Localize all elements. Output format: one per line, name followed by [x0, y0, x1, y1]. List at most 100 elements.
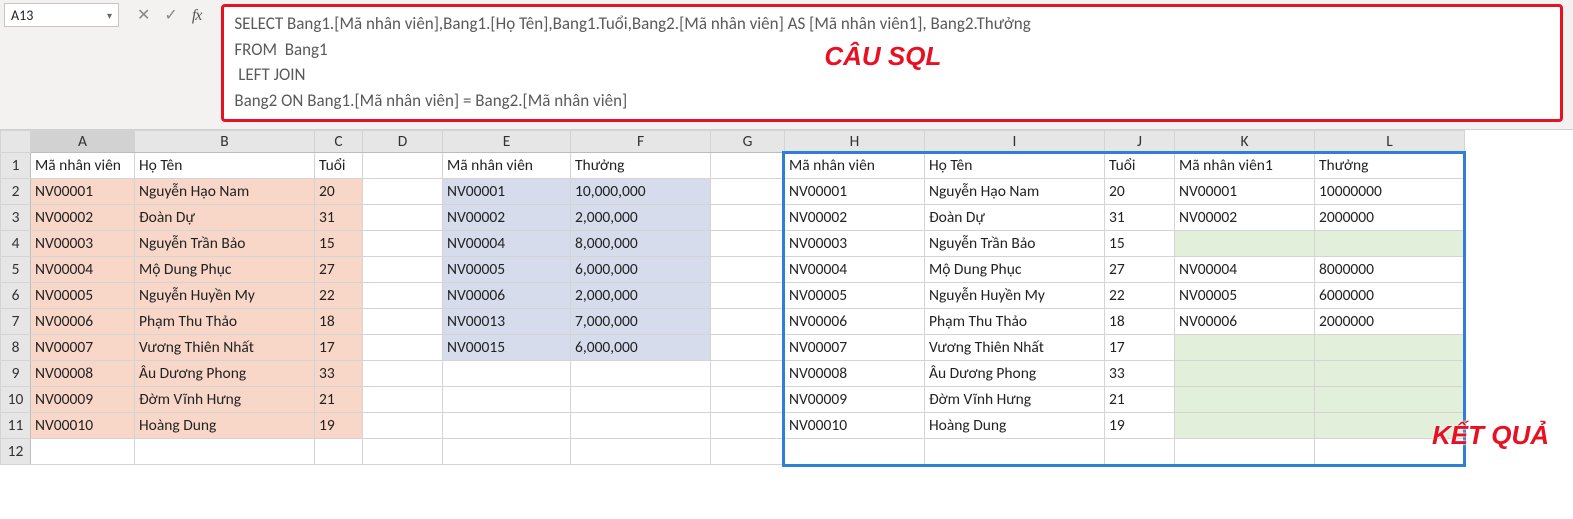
cell[interactable]: 27: [315, 257, 363, 283]
cell[interactable]: NV00013: [443, 309, 571, 335]
cell[interactable]: [363, 309, 443, 335]
cell[interactable]: Họ Tên: [135, 153, 315, 179]
col-header-H[interactable]: H: [785, 131, 925, 153]
cell[interactable]: 2,000,000: [571, 205, 711, 231]
cell[interactable]: NV00008: [31, 361, 135, 387]
cell[interactable]: NV00005: [31, 283, 135, 309]
cell[interactable]: NV00009: [785, 387, 925, 413]
cell[interactable]: 6,000,000: [571, 257, 711, 283]
cell[interactable]: 22: [1105, 283, 1175, 309]
cell[interactable]: 2,000,000: [571, 283, 711, 309]
cell[interactable]: [571, 413, 711, 439]
cell[interactable]: 6,000,000: [571, 335, 711, 361]
cell[interactable]: NV00004: [443, 231, 571, 257]
cell[interactable]: [363, 387, 443, 413]
cell[interactable]: [363, 439, 443, 465]
row-header-9[interactable]: 9: [1, 361, 31, 387]
cell[interactable]: NV00006: [785, 309, 925, 335]
cell[interactable]: [1175, 439, 1315, 465]
cell[interactable]: [363, 335, 443, 361]
name-box[interactable]: A13 ▾: [4, 3, 119, 27]
cell[interactable]: 10,000,000: [571, 179, 711, 205]
cell[interactable]: 8000000: [1315, 257, 1465, 283]
cell[interactable]: NV00002: [1175, 205, 1315, 231]
row-header-4[interactable]: 4: [1, 231, 31, 257]
cell[interactable]: [711, 361, 785, 387]
row-header-3[interactable]: 3: [1, 205, 31, 231]
cell[interactable]: [571, 361, 711, 387]
cell[interactable]: NV00002: [785, 205, 925, 231]
cell[interactable]: [711, 335, 785, 361]
cell[interactable]: Đoàn Dự: [925, 205, 1105, 231]
cell[interactable]: Mã nhân viên: [443, 153, 571, 179]
cell[interactable]: [785, 439, 925, 465]
cell[interactable]: NV00001: [31, 179, 135, 205]
cell[interactable]: [135, 439, 315, 465]
cell[interactable]: [31, 439, 135, 465]
col-header-L[interactable]: L: [1315, 131, 1465, 153]
cell[interactable]: [571, 439, 711, 465]
cell[interactable]: NV00006: [1175, 309, 1315, 335]
cell[interactable]: 18: [1105, 309, 1175, 335]
cell[interactable]: [1315, 335, 1465, 361]
select-all-corner[interactable]: [1, 131, 31, 153]
cell[interactable]: [711, 231, 785, 257]
formula-input[interactable]: SELECT Bang1.[Mã nhân viên],Bang1.[Họ Tê…: [221, 4, 1563, 122]
cell[interactable]: NV00002: [443, 205, 571, 231]
cell[interactable]: Nguyễn Trần Bảo: [135, 231, 315, 257]
cell[interactable]: NV00007: [785, 335, 925, 361]
cell[interactable]: [711, 309, 785, 335]
cell[interactable]: Thưởng: [1315, 153, 1465, 179]
cell[interactable]: [711, 179, 785, 205]
col-header-C[interactable]: C: [315, 131, 363, 153]
cell[interactable]: Mộ Dung Phục: [925, 257, 1105, 283]
cell[interactable]: Vương Thiên Nhất: [135, 335, 315, 361]
col-header-E[interactable]: E: [443, 131, 571, 153]
cell[interactable]: Hoàng Dung: [925, 413, 1105, 439]
cell[interactable]: Mộ Dung Phục: [135, 257, 315, 283]
cell[interactable]: NV00004: [31, 257, 135, 283]
row-header-2[interactable]: 2: [1, 179, 31, 205]
cell[interactable]: NV00008: [785, 361, 925, 387]
cell[interactable]: 6000000: [1315, 283, 1465, 309]
cell[interactable]: NV00004: [785, 257, 925, 283]
cell[interactable]: NV00001: [443, 179, 571, 205]
cell[interactable]: [711, 153, 785, 179]
cell[interactable]: Đờm Vĩnh Hưng: [925, 387, 1105, 413]
cell[interactable]: 7,000,000: [571, 309, 711, 335]
cell[interactable]: [1175, 361, 1315, 387]
cell[interactable]: 17: [315, 335, 363, 361]
cell[interactable]: Âu Dương Phong: [925, 361, 1105, 387]
cell[interactable]: [443, 387, 571, 413]
cell[interactable]: [1175, 387, 1315, 413]
cell[interactable]: [711, 283, 785, 309]
row-header-11[interactable]: 11: [1, 413, 31, 439]
cell[interactable]: NV00006: [31, 309, 135, 335]
row-header-10[interactable]: 10: [1, 387, 31, 413]
cell[interactable]: [711, 257, 785, 283]
row-header-6[interactable]: 6: [1, 283, 31, 309]
cell[interactable]: 10000000: [1315, 179, 1465, 205]
cell[interactable]: Nguyễn Hạo Nam: [925, 179, 1105, 205]
cell[interactable]: Tuổi: [1105, 153, 1175, 179]
cell[interactable]: NV00002: [31, 205, 135, 231]
cell[interactable]: 20: [1105, 179, 1175, 205]
cell[interactable]: Đoàn Dự: [135, 205, 315, 231]
cell[interactable]: Thưởng: [571, 153, 711, 179]
cell[interactable]: [711, 439, 785, 465]
cell[interactable]: [1175, 335, 1315, 361]
cell[interactable]: [1315, 231, 1465, 257]
cell[interactable]: 31: [1105, 205, 1175, 231]
cell[interactable]: NV00010: [31, 413, 135, 439]
cell[interactable]: [363, 179, 443, 205]
cell[interactable]: [711, 205, 785, 231]
cell[interactable]: 22: [315, 283, 363, 309]
cell[interactable]: NV00015: [443, 335, 571, 361]
cell[interactable]: [363, 231, 443, 257]
cell[interactable]: [443, 439, 571, 465]
cell[interactable]: 19: [315, 413, 363, 439]
col-header-F[interactable]: F: [571, 131, 711, 153]
col-header-I[interactable]: I: [925, 131, 1105, 153]
cell[interactable]: Đờm Vĩnh Hưng: [135, 387, 315, 413]
cell[interactable]: [1315, 387, 1465, 413]
